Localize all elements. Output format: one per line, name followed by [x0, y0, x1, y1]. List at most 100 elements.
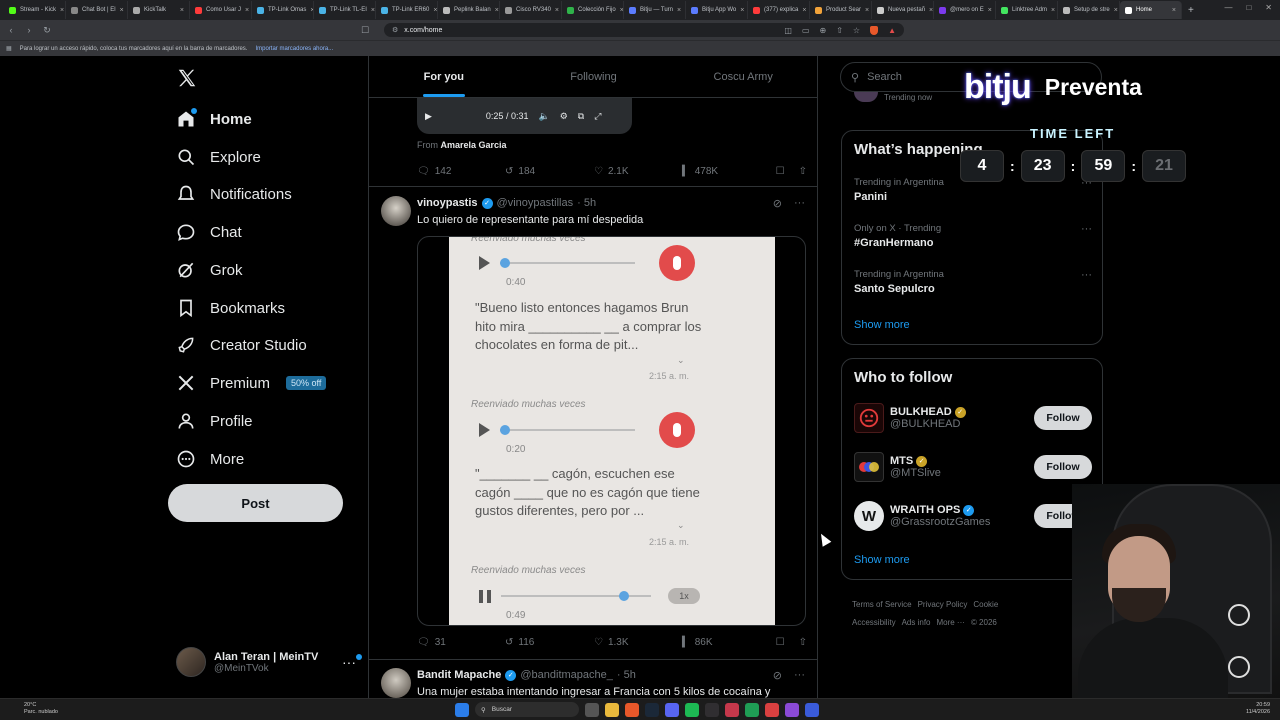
browser-tab[interactable]: Setup de stre ×: [1058, 1, 1120, 19]
tweet-author-handle[interactable]: @banditmapache_: [520, 669, 613, 681]
tweet-media[interactable]: Reenviado muchas veces 0:40 "Bueno listo…: [417, 236, 806, 626]
sidebar-item-grok[interactable]: Grok: [176, 257, 243, 283]
obs-icon[interactable]: [705, 702, 719, 717]
share-icon[interactable]: ⇧: [836, 26, 843, 35]
app-icon[interactable]: [725, 702, 739, 717]
close-window-icon[interactable]: ✕: [1265, 3, 1272, 12]
weather-widget[interactable]: 20°C Parc. nublado: [24, 702, 58, 716]
maximize-icon[interactable]: □: [1246, 3, 1251, 12]
brave-icon[interactable]: [625, 702, 639, 717]
more-dots-icon[interactable]: ···: [794, 669, 805, 682]
trend-item[interactable]: Only on X · Trending #GranHermano ···: [854, 223, 1092, 249]
sidebar-item-premium[interactable]: Premium 50% off: [176, 370, 327, 396]
zoom-icon[interactable]: ⊕: [820, 26, 827, 35]
tweet-author-handle[interactable]: @vinoypastillas: [497, 197, 574, 209]
close-icon[interactable]: ×: [988, 7, 992, 14]
taskbar-search[interactable]: ⚲ Buscar: [475, 702, 579, 717]
import-bookmarks-link[interactable]: Importar marcadores ahora...: [255, 46, 333, 52]
close-icon[interactable]: ×: [1051, 7, 1055, 14]
app-icon[interactable]: [785, 702, 799, 717]
rewards-icon[interactable]: ▲: [888, 26, 896, 35]
apps-icon[interactable]: ▦: [6, 45, 12, 52]
browser-tab[interactable]: Colección Fijo ×: [562, 1, 624, 19]
file-explorer-icon[interactable]: [605, 702, 619, 717]
brave-shield-icon[interactable]: [870, 25, 879, 35]
close-icon[interactable]: ×: [802, 7, 806, 14]
sidebar-item-creator-studio[interactable]: Creator Studio: [176, 332, 307, 358]
footer-link[interactable]: Accessibility: [852, 618, 896, 627]
reply-button[interactable]: 🗨 31: [417, 637, 505, 648]
sidebar-item-notifications[interactable]: Notifications: [176, 181, 292, 207]
close-icon[interactable]: ×: [495, 7, 499, 14]
volume-icon[interactable]: 🔈: [538, 111, 549, 122]
site-info-icon[interactable]: ⚙: [392, 26, 398, 34]
sidebar-item-chat[interactable]: Chat: [176, 219, 242, 245]
close-icon[interactable]: ×: [371, 7, 375, 14]
avatar[interactable]: [381, 668, 411, 698]
close-icon[interactable]: ×: [865, 7, 869, 14]
browser-tab[interactable]: Nueva pestañ ×: [872, 1, 934, 19]
follow-button[interactable]: Follow: [1034, 455, 1092, 479]
more-dots-icon[interactable]: ···: [1081, 223, 1092, 235]
follow-suggestion[interactable]: W WRAITH OPS ✓ @GrassrootzGames Follow: [854, 499, 1092, 533]
like-button[interactable]: ♡ 1.3K: [594, 637, 682, 648]
close-icon[interactable]: ×: [555, 7, 559, 14]
x-logo-icon[interactable]: [176, 67, 198, 89]
browser-tab[interactable]: Bitju App Wo ×: [686, 1, 748, 19]
more-dots-icon[interactable]: ···: [1081, 269, 1092, 281]
start-icon[interactable]: [455, 702, 469, 717]
app-icon[interactable]: [805, 702, 819, 717]
more-dots-icon[interactable]: ···: [342, 654, 362, 670]
browser-tab[interactable]: Chat Bot | El ×: [66, 1, 128, 19]
sidebar-item-profile[interactable]: Profile: [176, 408, 253, 434]
close-icon[interactable]: ×: [1172, 7, 1176, 14]
bookmark-icon[interactable]: ☐: [776, 166, 785, 177]
follow-suggestion[interactable]: BULKHEAD ✓ @BULKHEAD Follow: [854, 401, 1092, 435]
reload-icon[interactable]: ↻: [42, 25, 52, 36]
footer-link[interactable]: © 2026: [971, 618, 997, 627]
share-icon[interactable]: ⇧: [799, 166, 807, 177]
browser-tab[interactable]: Linktree Adm ×: [996, 1, 1058, 19]
tab-for-you[interactable]: For you: [369, 56, 519, 97]
more-dots-icon[interactable]: ···: [794, 197, 805, 210]
browser-tab[interactable]: Stream - Kick ×: [4, 1, 66, 19]
video-player-controls[interactable]: ▶ 0:25 / 0:31 🔈 ⚙ ⧉ ⤢: [417, 98, 632, 134]
forward-icon[interactable]: ›: [24, 25, 34, 35]
tweet-time[interactable]: · 5h: [577, 197, 596, 209]
chrome-icon[interactable]: [765, 702, 779, 717]
repost-button[interactable]: ↺ 116: [505, 637, 594, 648]
reply-button[interactable]: 🗨 142: [417, 166, 505, 177]
share-icon[interactable]: ⇧: [799, 637, 807, 648]
grok-icon[interactable]: ⊘: [773, 669, 782, 682]
sidebar-item-more[interactable]: More: [176, 446, 244, 472]
browser-tab[interactable]: TP-Link Omas×: [252, 1, 314, 19]
browser-tab[interactable]: Bitju — Turn ×: [624, 1, 686, 19]
footer-link[interactable]: More ···: [936, 618, 964, 627]
close-icon[interactable]: ×: [180, 7, 184, 14]
steam-icon[interactable]: [645, 702, 659, 717]
sheets-icon[interactable]: [745, 702, 759, 717]
show-more-link[interactable]: Show more: [854, 554, 910, 566]
browser-tab[interactable]: TP-Link ER60 ×: [376, 1, 438, 19]
views-button[interactable]: ▍ 478K: [682, 166, 770, 177]
source-name[interactable]: Amarela Garcia: [441, 140, 507, 150]
back-icon[interactable]: ‹: [6, 25, 16, 35]
address-bar[interactable]: ⚙ x.com/home ◫ ▭ ⊕ ⇧ ☆ ▲: [384, 23, 904, 37]
pip-icon[interactable]: ⧉: [578, 111, 584, 122]
browser-tab[interactable]: Peplink Balan ×: [438, 1, 500, 19]
views-button[interactable]: ▍ 86K: [682, 637, 770, 648]
bookmark-star-icon[interactable]: ☐: [360, 25, 370, 36]
close-icon[interactable]: ×: [1114, 7, 1118, 14]
browser-tab[interactable]: KickTalk ×: [128, 1, 190, 19]
grok-icon[interactable]: ⊘: [773, 197, 782, 210]
browser-tab[interactable]: Cisco RV340 ×: [500, 1, 562, 19]
star-icon[interactable]: ☆: [853, 26, 860, 35]
close-icon[interactable]: ×: [740, 7, 744, 14]
browser-tab[interactable]: @mero on E ×: [934, 1, 996, 19]
cast-icon[interactable]: ▭: [802, 26, 810, 35]
like-button[interactable]: ♡ 2.1K: [594, 166, 682, 177]
close-icon[interactable]: ×: [433, 7, 437, 14]
minimize-icon[interactable]: —: [1224, 3, 1232, 12]
follow-suggestion[interactable]: MTS ✓ @MTSlive Follow: [854, 450, 1092, 484]
fullscreen-icon[interactable]: ⤢: [594, 111, 601, 122]
